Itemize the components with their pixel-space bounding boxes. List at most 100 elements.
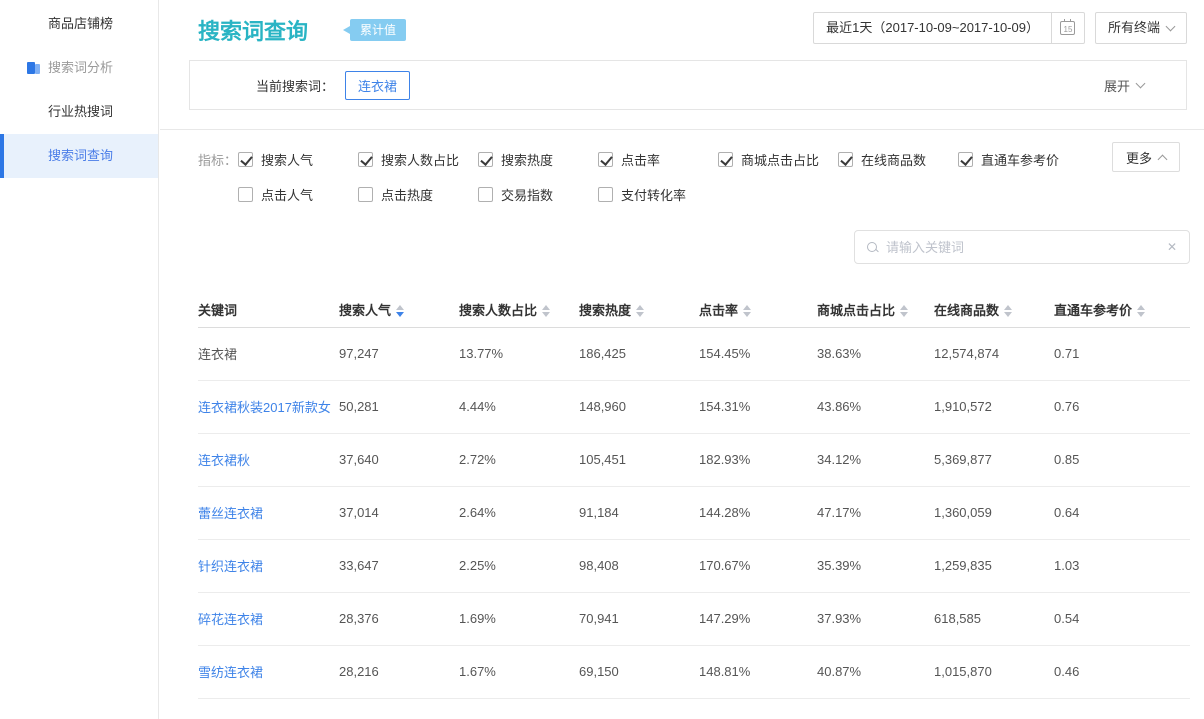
indicator-checkbox-item[interactable]: 直通车参考价 <box>958 150 1078 169</box>
checkbox-checked-icon[interactable] <box>358 152 373 167</box>
checkbox-checked-icon[interactable] <box>838 152 853 167</box>
keyword-link[interactable]: 连衣裙秋装2017新款女 <box>198 400 331 415</box>
checkbox-unchecked-icon[interactable] <box>478 187 493 202</box>
indicators-row-1: 指标： 搜索人气搜索人数占比搜索热度点击率商城点击占比在线商品数直通车参考价 <box>198 148 1204 170</box>
sidebar: 商品店铺榜搜索词分析行业热搜词搜索词查询 <box>0 0 159 719</box>
table-cell-value: 148.81% <box>699 645 817 698</box>
table-cell-value: 43.86% <box>817 380 934 433</box>
calendar-button[interactable]: 15 <box>1051 13 1084 43</box>
indicators-row1-items: 搜索人气搜索人数占比 搜索热度 点击率商城点击占比在线商品数直通车参考价 <box>238 150 1078 169</box>
indicator-label: 交易指数 <box>501 185 553 204</box>
checkbox-checked-icon[interactable] <box>238 152 253 167</box>
calendar-icon: 15 <box>1060 21 1075 35</box>
sort-icon[interactable] <box>542 305 550 317</box>
table-cell-value: 4.44% <box>459 380 579 433</box>
keyword-search-input[interactable] <box>886 240 1167 255</box>
table-row: 雪纺连衣裙28,2161.67%69,150148.81%40.87%1,015… <box>198 645 1190 698</box>
sort-icon[interactable] <box>1137 305 1145 317</box>
indicator-checkbox-item[interactable]: 搜索热度 <box>478 150 598 169</box>
table-cell-value: 69,150 <box>579 645 699 698</box>
table-cell-value: 91,184 <box>579 486 699 539</box>
sidebar-item-search-word-analysis[interactable]: 搜索词分析 <box>0 46 158 90</box>
current-search-label: 当前搜索词： <box>256 76 334 95</box>
table-cell-value: 0.54 <box>1054 592 1190 645</box>
clear-search-icon[interactable]: ✕ <box>1167 240 1177 254</box>
keyword-link[interactable]: 针织连衣裙 <box>198 559 263 574</box>
expand-toggle[interactable]: 展开 <box>1104 76 1144 95</box>
table-cell-value: 1,015,870 <box>934 645 1054 698</box>
column-header[interactable]: 搜索人气 <box>339 292 459 327</box>
indicator-checkbox-item[interactable]: 点击人气 <box>238 185 358 204</box>
table-cell-value: 147.29% <box>699 592 817 645</box>
column-header[interactable]: 商城点击占比 <box>817 292 934 327</box>
indicators-section: 指标： 搜索人气搜索人数占比搜索热度点击率商城点击占比在线商品数直通车参考价 点… <box>160 130 1204 205</box>
sort-icon[interactable] <box>900 305 908 317</box>
indicator-checkbox-item[interactable]: 搜索人气 <box>238 150 358 169</box>
indicator-checkbox-item[interactable]: 点击热度 <box>358 185 478 204</box>
sidebar-item-industry-hot-words[interactable]: 行业热搜词 <box>0 90 158 134</box>
keyword-link[interactable]: 蕾丝连衣裙 <box>198 506 263 521</box>
date-range-picker[interactable]: 最近1天（2017-10-09~2017-10-09） 15 <box>813 12 1085 44</box>
column-header[interactable]: 搜索人数占比 <box>459 292 579 327</box>
sort-icon[interactable] <box>1004 305 1012 317</box>
table-cell-value: 50,281 <box>339 380 459 433</box>
column-header-label: 直通车参考价 <box>1054 303 1132 318</box>
indicator-label: 点击人气 <box>261 185 313 204</box>
column-header[interactable]: 点击率 <box>699 292 817 327</box>
indicator-checkbox-item[interactable]: 在线商品数 <box>838 150 958 169</box>
table-cell-value: 70,941 <box>579 592 699 645</box>
date-range-text[interactable]: 最近1天（2017-10-09~2017-10-09） <box>814 13 1051 43</box>
keyword-text: 连衣裙 <box>198 347 237 362</box>
column-header[interactable]: 在线商品数 <box>934 292 1054 327</box>
sidebar-item-search-word-query[interactable]: 搜索词查询 <box>0 134 158 178</box>
keyword-link[interactable]: 碎花连衣裙 <box>198 612 263 627</box>
sort-icon[interactable] <box>636 305 644 317</box>
column-header-label: 搜索热度 <box>579 303 631 318</box>
keyword-link[interactable]: 连衣裙秋 <box>198 453 250 468</box>
table-cell-value: 105,451 <box>579 433 699 486</box>
indicator-checkbox-item[interactable]: 交易指数 <box>478 185 598 204</box>
analysis-book-icon <box>27 61 41 75</box>
indicator-checkbox-item[interactable]: 点击率 <box>598 150 718 169</box>
sidebar-menu: 商品店铺榜搜索词分析行业热搜词搜索词查询 <box>0 2 158 178</box>
column-header[interactable]: 搜索热度 <box>579 292 699 327</box>
checkbox-unchecked-icon[interactable] <box>238 187 253 202</box>
table-cell-value: 0.85 <box>1054 433 1190 486</box>
checkbox-checked-icon[interactable] <box>958 152 973 167</box>
terminal-select[interactable]: 所有终端 <box>1095 12 1187 44</box>
keywords-table: 关键词搜索人气搜索人数占比搜索热度点击率商城点击占比在线商品数直通车参考价 连衣… <box>198 292 1190 699</box>
table-cell-value: 34.12% <box>817 433 934 486</box>
column-header-label: 搜索人气 <box>339 303 391 318</box>
table-cell-value: 12,574,874 <box>934 327 1054 380</box>
table-cell-value: 28,376 <box>339 592 459 645</box>
indicator-checkbox-item[interactable]: 支付转化率 <box>598 185 718 204</box>
checkbox-checked-icon[interactable] <box>598 152 613 167</box>
table-cell-value: 2.64% <box>459 486 579 539</box>
indicators-row-2: 点击人气 点击热度 交易指数 支付转化率 <box>198 183 1204 205</box>
table-cell-value: 0.76 <box>1054 380 1190 433</box>
checkbox-checked-icon[interactable] <box>478 152 493 167</box>
table-row: 连衣裙秋37,6402.72%105,451182.93%34.12%5,369… <box>198 433 1190 486</box>
table-cell-value: 98,408 <box>579 539 699 592</box>
keyword-link[interactable]: 雪纺连衣裙 <box>198 665 263 680</box>
checkbox-unchecked-icon[interactable] <box>598 187 613 202</box>
current-search-term-tag[interactable]: 连衣裙 <box>345 71 410 100</box>
table-cell-value: 1,360,059 <box>934 486 1054 539</box>
indicator-label: 搜索热度 <box>501 150 553 169</box>
sidebar-item-product-shop-rank[interactable]: 商品店铺榜 <box>0 2 158 46</box>
indicator-label: 支付转化率 <box>621 185 686 204</box>
more-button[interactable]: 更多 <box>1112 142 1180 172</box>
page-title: 搜索词查询 <box>198 14 308 46</box>
table-header-row: 关键词搜索人气搜索人数占比搜索热度点击率商城点击占比在线商品数直通车参考价 <box>198 292 1190 327</box>
checkbox-checked-icon[interactable] <box>718 152 733 167</box>
indicator-checkbox-item[interactable]: 搜索人数占比 <box>358 150 478 169</box>
checkbox-unchecked-icon[interactable] <box>358 187 373 202</box>
table-cell-value: 38.63% <box>817 327 934 380</box>
main-content: 搜索词查询 累计值 最近1天（2017-10-09~2017-10-09） 15… <box>160 0 1204 719</box>
sort-icon[interactable] <box>396 305 404 317</box>
sort-icon[interactable] <box>743 305 751 317</box>
table-cell-value: 0.64 <box>1054 486 1190 539</box>
column-header[interactable]: 直通车参考价 <box>1054 292 1190 327</box>
indicator-checkbox-item[interactable]: 商城点击占比 <box>718 150 838 169</box>
sidebar-item-label: 搜索词查询 <box>48 148 113 163</box>
